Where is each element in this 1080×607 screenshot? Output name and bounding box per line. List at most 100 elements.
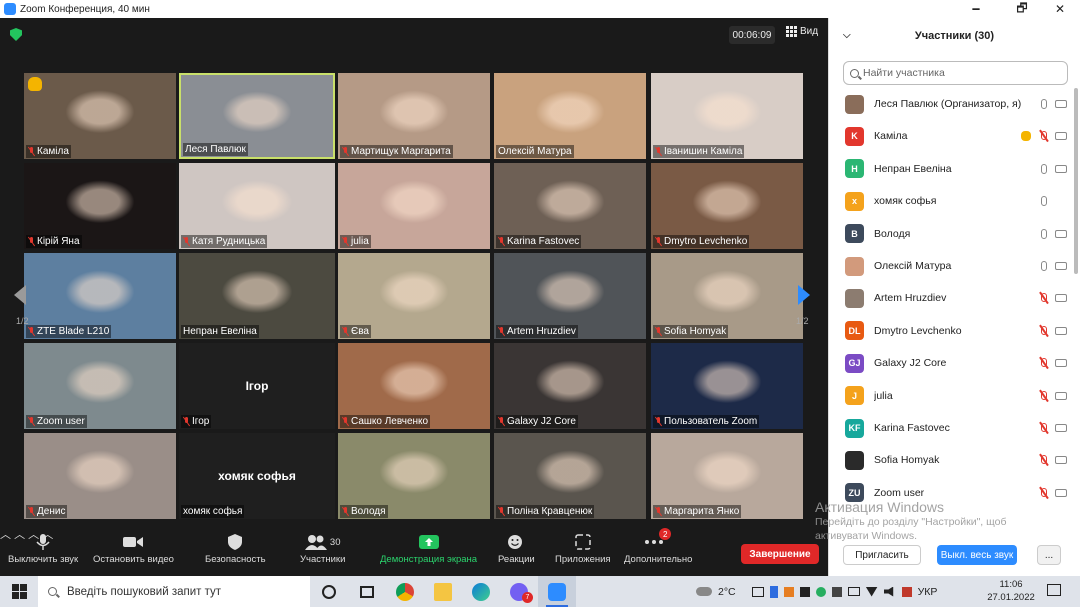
mic-icon[interactable] (1041, 163, 1047, 174)
temperature[interactable]: 2°C (718, 586, 736, 598)
participant-list-scrollbar[interactable] (1074, 88, 1078, 274)
camera-icon[interactable] (1055, 359, 1067, 368)
reactions-button[interactable]: Реакции (498, 534, 535, 565)
video-tile[interactable]: Мартищук Маргарита (338, 73, 490, 159)
video-tile[interactable]: Єва (338, 253, 490, 339)
camera-icon[interactable] (1055, 326, 1067, 335)
video-tile[interactable]: julia (338, 163, 490, 249)
participant-search-input[interactable]: Найти участника (843, 61, 1068, 85)
next-page-arrow-icon[interactable] (798, 285, 810, 305)
camera-icon[interactable] (1055, 229, 1067, 238)
participant-row[interactable]: Jjulia (845, 385, 1067, 407)
participants-button[interactable]: 30 Участники (300, 534, 345, 565)
video-tile[interactable]: Пользователь Zoom (651, 343, 803, 429)
camera-icon[interactable] (1055, 456, 1067, 465)
camera-icon[interactable] (1055, 100, 1067, 108)
muted-mic-icon[interactable] (1039, 390, 1047, 401)
edge-app[interactable] (462, 576, 500, 607)
task-view-button[interactable] (348, 576, 386, 607)
video-tile[interactable]: Олексій Матура (494, 73, 646, 159)
mic-icon[interactable] (1041, 99, 1047, 109)
muted-mic-icon[interactable] (1039, 293, 1047, 303)
maximize-button[interactable]: 🗗 (1004, 0, 1040, 18)
video-tile[interactable]: Zoom user (24, 343, 176, 429)
video-tile[interactable]: Artem Hruzdiev (494, 253, 646, 339)
notifications-icon[interactable] (1047, 584, 1061, 596)
muted-mic-icon[interactable] (1039, 487, 1047, 498)
tray-icon-6[interactable] (901, 586, 912, 597)
participant-row[interactable]: Леся Павлюк (Организатор, я) (845, 93, 1067, 115)
camera-icon[interactable] (1055, 294, 1067, 303)
video-tile[interactable]: Леся Павлюк (179, 73, 335, 159)
participant-row[interactable]: Artem Hruzdiev (845, 287, 1067, 309)
chrome-app[interactable] (386, 576, 424, 607)
keyboard-language[interactable]: УКР (918, 586, 938, 598)
invite-button[interactable]: Пригласить (843, 545, 921, 565)
video-tile[interactable]: Маргарита Янко (651, 433, 803, 519)
participant-row[interactable]: KF Karina Fastovec (845, 417, 1067, 439)
camera-icon[interactable] (1055, 164, 1067, 173)
security-button[interactable]: Безопасность (205, 534, 266, 565)
start-button[interactable] (0, 576, 38, 607)
camera-icon[interactable] (1055, 488, 1067, 497)
mute-button[interactable]: Выключить звук (8, 534, 78, 565)
participant-row[interactable]: Олексій Матура (845, 255, 1067, 277)
video-tile[interactable]: Катя Рудницька (179, 163, 335, 249)
mic-icon[interactable] (1041, 228, 1047, 239)
zoom-app[interactable] (538, 576, 576, 607)
view-button[interactable]: Вид (786, 26, 818, 37)
stop-video-button[interactable]: Остановить видео (93, 534, 174, 565)
mic-icon[interactable] (1041, 196, 1047, 207)
muted-mic-icon[interactable] (1039, 131, 1047, 141)
prev-page-arrow-icon[interactable] (14, 285, 26, 305)
tray-app-icon[interactable] (751, 586, 764, 597)
video-tile[interactable]: Поліна Кравценюк (494, 433, 646, 519)
tray-icon-5[interactable] (831, 586, 842, 597)
video-tile[interactable]: хомяк софья хомяк софья (179, 433, 335, 519)
camera-icon[interactable] (1055, 132, 1067, 141)
weather-cloud-icon[interactable] (696, 587, 712, 596)
video-tile[interactable]: ZTE Blade L210 (24, 253, 176, 339)
viber-app[interactable]: 7 (500, 576, 538, 607)
video-tile[interactable]: Сашко Левченко (338, 343, 490, 429)
video-tile[interactable]: Кірій Яна (24, 163, 176, 249)
muted-mic-icon[interactable] (1039, 455, 1047, 465)
cortana-button[interactable] (310, 576, 348, 607)
video-tile[interactable]: Ігор Ігор (179, 343, 335, 429)
video-tile[interactable]: Dmytro Levchenko (651, 163, 803, 249)
camera-icon[interactable] (1055, 262, 1067, 270)
muted-mic-icon[interactable] (1039, 358, 1047, 368)
camera-icon[interactable] (1055, 391, 1067, 400)
video-tile[interactable]: Денис (24, 433, 176, 519)
apps-button[interactable]: Приложения (555, 534, 611, 565)
participant-row[interactable]: DL Dmytro Levchenko (845, 320, 1067, 342)
collapse-chevron-icon[interactable]: ⌵ (843, 30, 851, 41)
video-tile[interactable]: Іванишин Каміла (651, 73, 803, 159)
encryption-shield-icon[interactable] (10, 28, 22, 41)
close-button[interactable]: ✕ (1042, 0, 1078, 18)
participant-row[interactable]: B Володя (845, 223, 1067, 245)
wifi-icon[interactable] (865, 586, 878, 597)
tray-icon-2[interactable] (783, 586, 794, 597)
more-button[interactable]: 2 Дополнительно (624, 528, 692, 565)
file-explorer-app[interactable] (424, 576, 462, 607)
video-tile[interactable]: Непран Евеліна (179, 253, 335, 339)
participant-row[interactable]: x хомяк софья (845, 190, 1067, 212)
minimize-button[interactable]: 🗕 (958, 0, 994, 18)
tray-icon-3[interactable] (799, 586, 810, 597)
video-tile[interactable]: Володя (338, 433, 490, 519)
participant-row[interactable]: H Непран Евеліна (845, 158, 1067, 180)
tray-icon-4[interactable] (815, 586, 826, 597)
camera-icon[interactable] (1055, 424, 1067, 432)
participant-row[interactable]: K Каміла (845, 125, 1067, 147)
video-tile[interactable]: Каміла (24, 73, 176, 159)
volume-icon[interactable] (883, 586, 894, 597)
panel-more-button[interactable]: ... (1037, 545, 1061, 565)
mic-icon[interactable] (1041, 261, 1047, 271)
participant-row[interactable]: Sofia Homyak (845, 449, 1067, 471)
video-tile[interactable]: Karina Fastovec (494, 163, 646, 249)
taskbar-search-box[interactable]: Введіть пошуковий запит тут (38, 576, 310, 607)
muted-mic-icon[interactable] (1039, 423, 1047, 433)
battery-icon[interactable] (847, 587, 860, 596)
end-meeting-button[interactable]: Завершение (741, 544, 819, 564)
